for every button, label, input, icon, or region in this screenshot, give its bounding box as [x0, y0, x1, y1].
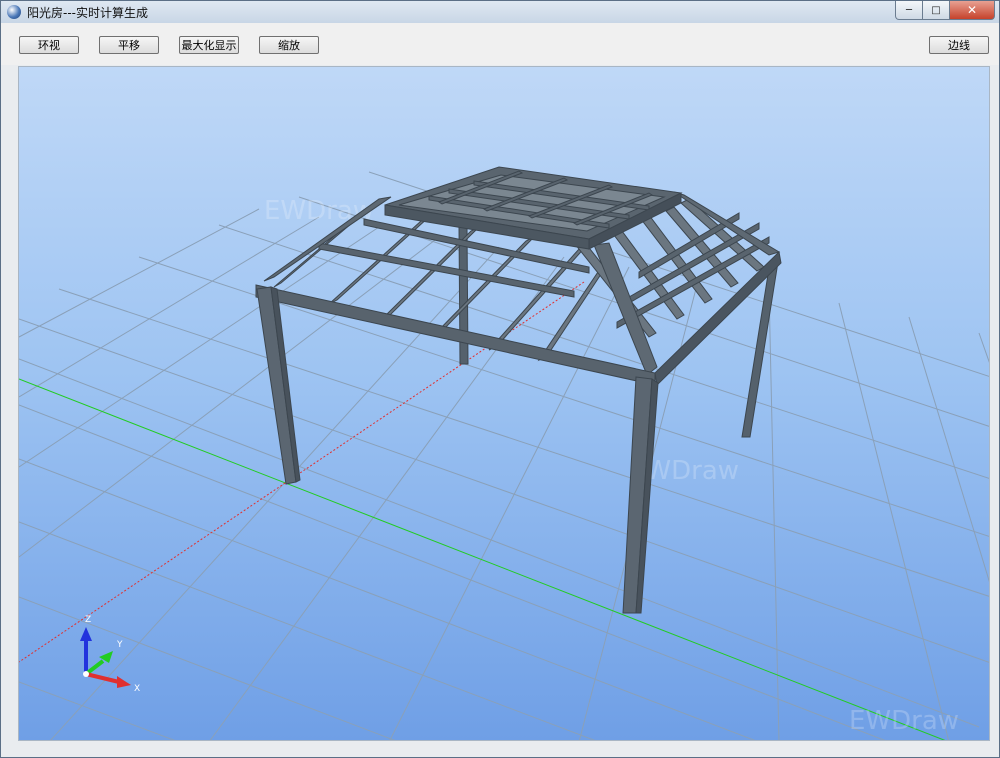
title-bar[interactable]: 阳光房---实时计算生成 ─ □ ✕ [1, 1, 999, 23]
sunroom-frame[interactable] [255, 166, 782, 614]
maximize-button[interactable]: □ [923, 1, 950, 20]
pan-button[interactable]: 平移 [99, 36, 159, 54]
scene-canvas[interactable]: EWDraw EWDraw EWDraw Z Y X [19, 67, 990, 741]
z-axis-label: Z [85, 615, 91, 625]
fit-view-button[interactable]: 最大化显示 [179, 36, 239, 54]
right-purlin [616, 236, 770, 329]
ground-grid [19, 171, 989, 740]
close-button[interactable]: ✕ [950, 1, 995, 20]
toolbar: 环视 平移 最大化显示 缩放 边线 [1, 23, 999, 65]
minimize-icon: ─ [905, 4, 913, 16]
app-window: 阳光房---实时计算生成 ─ □ ✕ 环视 平移 最大化显示 缩放 边线 EWD… [0, 0, 1000, 758]
y-axis-label: Y [116, 640, 123, 650]
z-arrow-icon [80, 627, 92, 641]
maximize-icon: □ [931, 4, 941, 16]
status-strip [1, 741, 999, 757]
window-title: 阳光房---实时计算生成 [27, 6, 148, 20]
edges-button[interactable]: 边线 [929, 36, 989, 54]
window-controls: ─ □ ✕ [895, 1, 995, 20]
y-axis-line [19, 378, 946, 740]
x-arrow-icon [117, 676, 131, 688]
orbit-button[interactable]: 环视 [19, 36, 79, 54]
3d-viewport[interactable]: EWDraw EWDraw EWDraw Z Y X [18, 66, 990, 741]
zoom-button[interactable]: 缩放 [259, 36, 319, 54]
app-icon [7, 5, 21, 19]
watermark: EWDraw [849, 706, 959, 736]
minimize-button[interactable]: ─ [895, 1, 923, 20]
watermark: EWDraw [264, 196, 374, 226]
close-icon: ✕ [966, 3, 978, 17]
x-axis-label: X [134, 684, 140, 694]
axis-gizmo: Z Y X [80, 615, 140, 694]
